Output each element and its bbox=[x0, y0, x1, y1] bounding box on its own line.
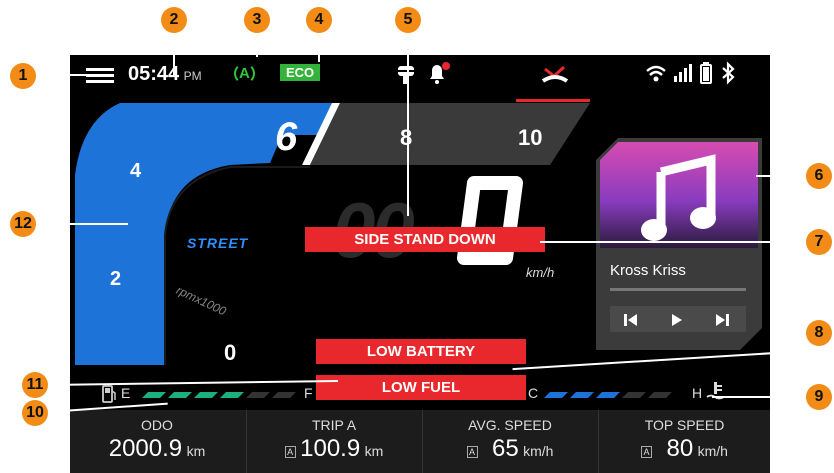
callout-line-4 bbox=[318, 32, 320, 62]
top-speed-panel: TOP SPEED A 80 km/h bbox=[599, 410, 770, 473]
top-speed-label: TOP SPEED bbox=[644, 417, 725, 433]
next-track-icon[interactable] bbox=[716, 313, 730, 331]
callout-11: 11 bbox=[22, 372, 48, 398]
avg-speed-label: AVG. SPEED bbox=[468, 417, 552, 433]
odo-label: ODO bbox=[141, 417, 173, 433]
callout-line-3 bbox=[256, 32, 258, 57]
callout-4: 4 bbox=[306, 7, 332, 33]
top-speed-badge: A bbox=[641, 445, 653, 458]
callout-6: 6 bbox=[806, 163, 832, 189]
track-title: Kross Kriss bbox=[610, 262, 686, 279]
callout-7: 7 bbox=[806, 229, 832, 255]
trip-a-unit: km bbox=[364, 443, 384, 459]
tach-mark-4: 4 bbox=[130, 160, 142, 182]
tach-mark-6: 6 bbox=[275, 115, 298, 159]
trip-stats-bar: ODO 2000.9 km TRIP A A 100.9 km AVG. SPE… bbox=[70, 410, 770, 473]
play-icon[interactable] bbox=[671, 313, 683, 331]
callout-5: 5 bbox=[395, 7, 421, 33]
trip-a-badge: A bbox=[284, 445, 296, 458]
callout-line-5 bbox=[407, 32, 409, 216]
side-stand-alert: SIDE STAND DOWN bbox=[305, 227, 545, 252]
fuel-level-bar bbox=[142, 392, 296, 398]
low-battery-alert: LOW BATTERY bbox=[316, 339, 526, 364]
low-fuel-alert: LOW FUEL bbox=[316, 375, 526, 400]
music-note-icon bbox=[641, 154, 721, 249]
speed-unit: km/h bbox=[526, 265, 555, 280]
track-progress[interactable] bbox=[610, 288, 746, 291]
callout-9: 9 bbox=[806, 384, 832, 410]
tach-mark-10: 10 bbox=[518, 125, 543, 150]
callout-8: 8 bbox=[806, 320, 832, 346]
temp-hot-label: H bbox=[692, 385, 703, 401]
callout-line-9 bbox=[712, 396, 808, 398]
temp-level-bar bbox=[544, 392, 672, 398]
trip-a-panel: TRIP A A 100.9 km bbox=[247, 410, 421, 473]
callout-1: 1 bbox=[10, 63, 36, 89]
fuel-full-label: F bbox=[304, 385, 313, 401]
riding-mode-label: STREET bbox=[187, 235, 249, 251]
avg-speed-badge: A bbox=[466, 445, 478, 458]
music-widget[interactable]: Kross Kriss bbox=[596, 138, 762, 350]
callout-12: 12 bbox=[10, 211, 36, 237]
callout-3: 3 bbox=[244, 7, 270, 33]
dashboard-screen: 05:44 PM A ECO 6 8 10 4 2 0 STREET rpmx1… bbox=[70, 55, 770, 473]
callout-line-1 bbox=[36, 74, 86, 76]
callout-line-7 bbox=[540, 241, 808, 243]
temp-cold-label: C bbox=[528, 385, 539, 401]
callout-2: 2 bbox=[161, 7, 187, 33]
speed-digit-ghost bbox=[456, 173, 526, 273]
callout-line-6 bbox=[756, 175, 808, 177]
callout-10: 10 bbox=[22, 400, 48, 426]
callout-line-12 bbox=[36, 223, 128, 225]
avg-speed-panel: AVG. SPEED A 65 km/h bbox=[423, 410, 597, 473]
odo-unit: km bbox=[186, 443, 206, 459]
odo-panel: ODO 2000.9 km bbox=[70, 410, 244, 473]
coolant-temp-icon bbox=[706, 381, 726, 406]
previous-track-icon[interactable] bbox=[624, 313, 638, 331]
fuel-empty-label: E bbox=[121, 385, 131, 401]
avg-speed-unit: km/h bbox=[523, 443, 554, 459]
fuel-pump-icon bbox=[102, 385, 116, 408]
odo-value: 2000.9 bbox=[108, 435, 183, 462]
top-speed-value: 80 bbox=[666, 435, 694, 462]
tach-mark-0: 0 bbox=[224, 340, 237, 365]
top-speed-unit: km/h bbox=[697, 443, 728, 459]
trip-a-label: TRIP A bbox=[311, 417, 357, 433]
avg-speed-value: 65 bbox=[491, 435, 519, 462]
trip-a-value: 100.9 bbox=[300, 435, 361, 462]
tach-mark-2: 2 bbox=[110, 268, 122, 290]
callout-line-2 bbox=[173, 32, 175, 77]
